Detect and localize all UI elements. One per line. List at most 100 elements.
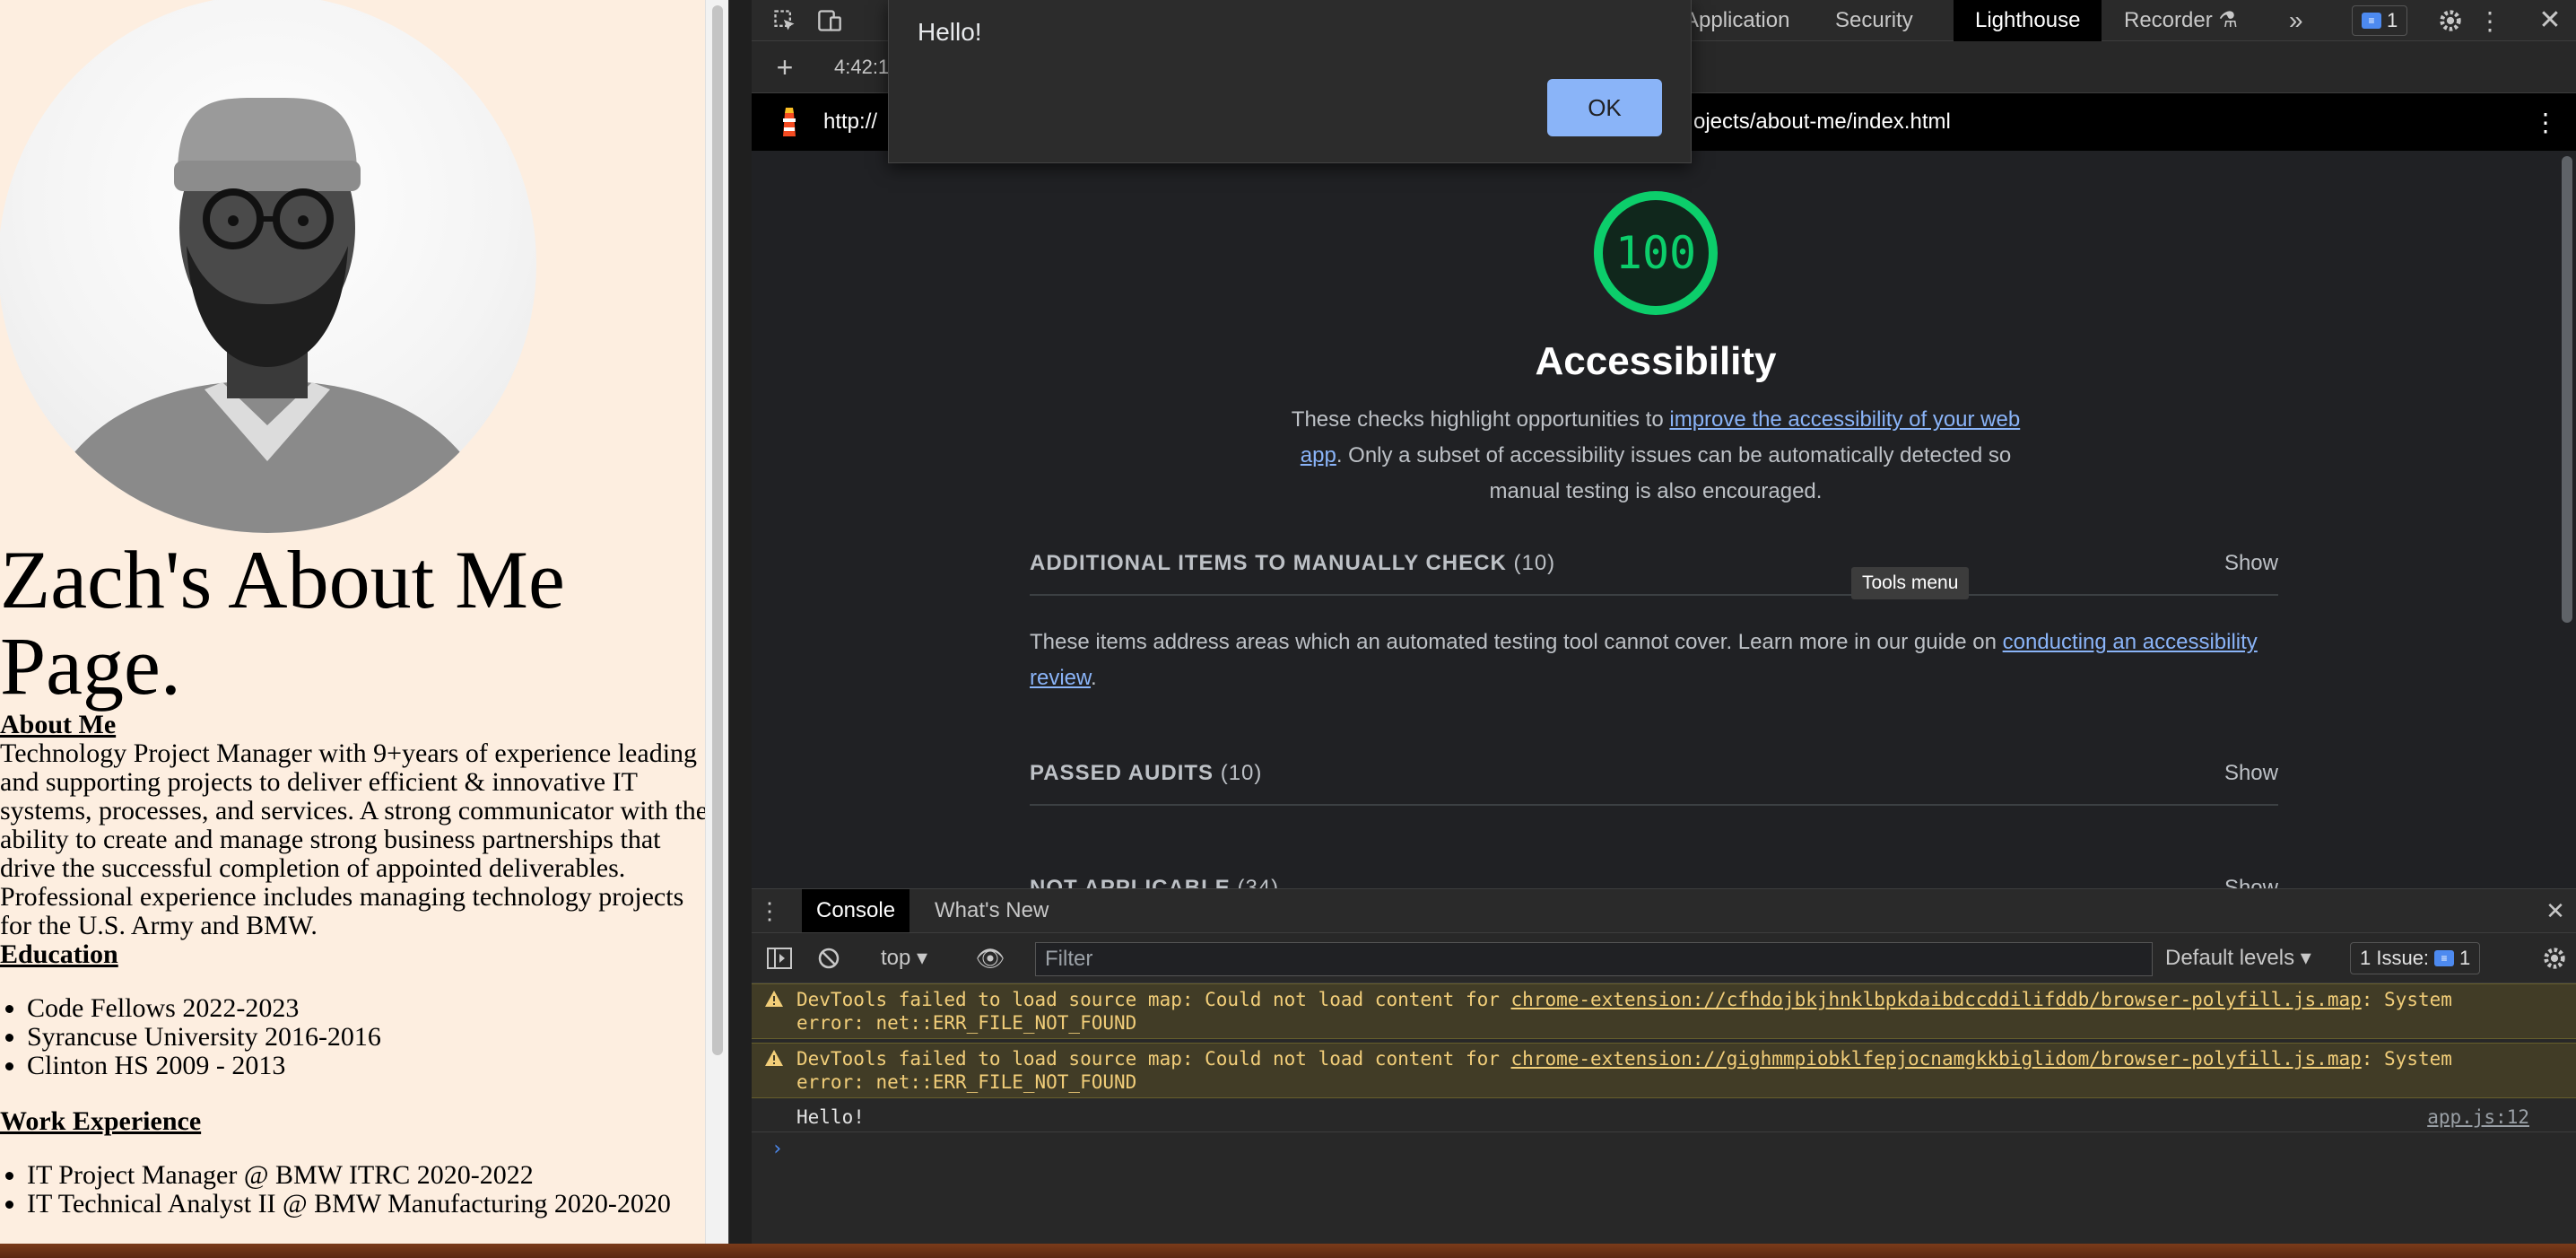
kebab-menu-icon[interactable]: ⋮ (2477, 7, 2502, 35)
warning-text: DevTools failed to load source map: Coul… (796, 1048, 1511, 1070)
more-tabs-icon[interactable]: » (2289, 0, 2303, 41)
inspect-element-icon[interactable] (771, 7, 798, 34)
warning-icon (765, 991, 783, 1007)
devtools-panel: Application Security Lighthouse Recorder… (752, 0, 2576, 1244)
warning-icon (765, 1050, 783, 1066)
console-issues-button[interactable]: 1 Issue: ≡ 1 (2350, 942, 2481, 974)
log-levels-dropdown[interactable]: Default levels ▾ (2165, 933, 2311, 983)
sidebar-toggle-icon[interactable] (766, 946, 793, 971)
show-button[interactable]: Show (2224, 876, 2278, 888)
manual-checks-title: ADDITIONAL ITEMS TO MANUALLY CHECK (10) (1030, 551, 1555, 576)
group-count: (10) (1220, 761, 1263, 785)
ok-button[interactable]: OK (1547, 79, 1662, 136)
source-map-link[interactable]: chrome-extension://gighmmpiobklfepjocnam… (1511, 1048, 2362, 1070)
settings-gear-icon[interactable] (2436, 7, 2465, 34)
description-text-end: . Only a subset of accessibility issues … (1336, 443, 2012, 503)
console-warning: DevTools failed to load source map: Coul… (752, 1043, 2576, 1098)
issues-count: 1 (2459, 947, 2471, 969)
tab-recorder-label: Recorder (2124, 8, 2213, 32)
about-heading: About Me (0, 710, 117, 739)
report-scrollbar[interactable] (2558, 151, 2576, 888)
drawer-menu-icon[interactable]: ⋮ (758, 896, 781, 925)
group-title-text: ADDITIONAL ITEMS TO MANUALLY CHECK (1030, 551, 1507, 575)
group-count: (10) (1513, 551, 1556, 575)
report-scrollbar-thumb[interactable] (2562, 156, 2572, 623)
list-item: IT Technical Analyst II @ BMW Manufactur… (27, 1190, 709, 1219)
lighthouse-report: 100 Accessibility These checks highlight… (752, 151, 2576, 888)
group-title-text: PASSED AUDITS (1030, 761, 1214, 785)
alert-message: Hello! (918, 18, 982, 46)
alert-dialog: Hello! OK (888, 0, 1692, 163)
report-time[interactable]: 4:42:1 (834, 41, 889, 93)
manual-checks-group[interactable]: ADDITIONAL ITEMS TO MANUALLY CHECK (10) … (1030, 551, 2278, 596)
report-url-start: http:// (823, 109, 878, 134)
issues-badge-count: 1 (2387, 9, 2398, 31)
context-label: top (881, 946, 911, 970)
manual-checks-description: These items address areas which an autom… (1030, 625, 2285, 696)
webpage-viewport: Zach's About Me Page. About Me Technolog… (0, 0, 728, 1244)
tab-console[interactable]: Console (802, 889, 910, 932)
page-title: Zach's About Me Page. (0, 534, 565, 712)
close-drawer-icon[interactable]: ✕ (2542, 896, 2569, 925)
tools-menu-tooltip: Tools menu (1851, 567, 1970, 599)
close-devtools-icon[interactable]: ✕ (2537, 5, 2563, 35)
caret-down-icon: ▾ (917, 946, 928, 970)
page-scrollbar-thumb[interactable] (712, 5, 723, 1055)
device-toolbar-icon[interactable] (816, 7, 843, 34)
group-description-text: These items address areas which an autom… (1030, 630, 2003, 654)
group-count: (34) (1237, 876, 1280, 888)
issues-label: 1 Issue: (2360, 947, 2430, 969)
live-expression-eye-icon[interactable]: 👁 (974, 945, 1006, 972)
category-title: Accessibility (1535, 339, 1777, 383)
console-warning: DevTools failed to load source map: Coul… (752, 983, 2576, 1039)
list-item: Syrancuse University 2016-2016 (27, 1023, 709, 1052)
message-icon: ≡ (2434, 950, 2455, 966)
console-settings-gear-icon[interactable] (2540, 944, 2569, 973)
page-scrollbar[interactable] (705, 0, 728, 1244)
work-heading: Work Experience (0, 1106, 202, 1136)
report-url-end: ojects/about-me/index.html (1693, 109, 1951, 134)
show-button[interactable]: Show (2224, 761, 2278, 786)
passed-audits-group[interactable]: PASSED AUDITS (10) Show (1030, 761, 2278, 806)
tab-security[interactable]: Security (1835, 0, 1913, 41)
warning-text: DevTools failed to load source map: Coul… (796, 989, 1511, 1010)
console-prompt-chevron-icon[interactable]: › (771, 1138, 783, 1160)
education-list: Code Fellows 2022-2023 Syrancuse Univers… (27, 994, 709, 1080)
new-report-plus-icon[interactable]: + (770, 51, 800, 83)
passed-audits-title: PASSED AUDITS (10) (1030, 761, 1262, 786)
context-selector[interactable]: top ▾ (881, 933, 927, 983)
list-item: Clinton HS 2009 - 2013 (27, 1052, 709, 1080)
show-button[interactable]: Show (2224, 551, 2278, 576)
list-item: Code Fellows 2022-2023 (27, 994, 709, 1023)
drawer-tabbar: ⋮ Console What's New ✕ (752, 888, 2576, 933)
tab-whats-new[interactable]: What's New (935, 889, 1049, 932)
profile-photo (0, 0, 536, 533)
report-menu-icon[interactable]: ⋮ (2533, 106, 2558, 138)
tab-application[interactable]: Application (1684, 0, 1789, 41)
caret-down-icon: ▾ (2300, 946, 2311, 970)
flask-icon: ⚗ (2218, 8, 2238, 32)
log-message: Hello! (796, 1106, 865, 1128)
message-icon: ≡ (2362, 13, 2381, 29)
clear-console-icon[interactable] (816, 946, 841, 971)
issues-badge[interactable]: ≡ 1 (2352, 5, 2408, 36)
group-title-text: NOT APPLICABLE (1030, 876, 1231, 888)
tab-recorder[interactable]: Recorder ⚗ (2124, 0, 2238, 41)
console-filter-input[interactable]: Filter (1035, 942, 2153, 976)
not-applicable-title: NOT APPLICABLE (34) (1030, 876, 1279, 888)
source-map-link[interactable]: chrome-extension://cfhdojbkjhnklbpkdaibd… (1511, 989, 2362, 1010)
category-description: These checks highlight opportunities to … (1286, 402, 2025, 510)
portrait-illustration (34, 97, 500, 533)
about-text: Technology Project Manager with 9+years … (0, 738, 709, 940)
panel-splitter[interactable] (728, 0, 752, 1244)
education-heading: Education (0, 939, 118, 969)
log-source-link[interactable]: app.js:12 (2427, 1102, 2529, 1132)
group-description-end: . (1091, 666, 1097, 690)
console-toolbar: top ▾ 👁 Filter Default levels ▾ 1 Issue:… (752, 933, 2576, 983)
lighthouse-logo-icon (779, 106, 800, 138)
console-messages: DevTools failed to load source map: Coul… (752, 983, 2576, 1244)
tab-lighthouse[interactable]: Lighthouse (1954, 0, 2102, 41)
not-applicable-group[interactable]: NOT APPLICABLE (34) Show (1030, 876, 2278, 888)
console-log-row: Hello! app.js:12 (752, 1102, 2576, 1132)
log-levels-label: Default levels (2165, 946, 2295, 970)
